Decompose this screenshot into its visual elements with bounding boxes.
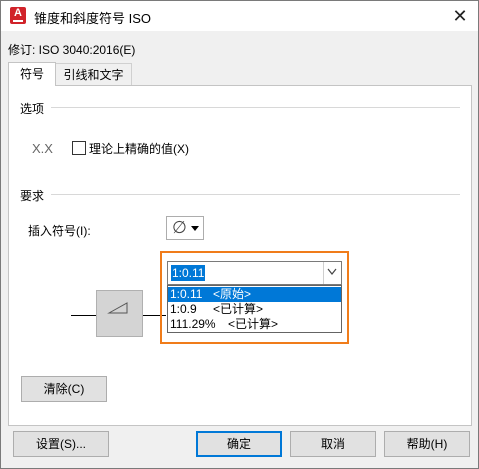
chevron-down-icon — [327, 268, 337, 275]
ok-button[interactable]: 确定 — [196, 431, 282, 457]
option-tag: <已计算> — [228, 317, 279, 331]
ratio-dropdown-list: 1:0.11 <原始> 1:0.9 <已计算> 111.29% <已计算> — [167, 285, 342, 333]
taper-triangle-icon — [107, 302, 128, 314]
help-button[interactable]: 帮助(H) — [384, 431, 470, 457]
exact-value-checkbox[interactable] — [72, 141, 86, 155]
tab-symbol[interactable]: 符号 — [8, 62, 56, 86]
dialog-window: A 锥度和斜度符号 ISO ✕ 修订: ISO 3040:2016(E) 符号 … — [0, 0, 479, 469]
autocad-app-icon: A — [10, 7, 26, 24]
diameter-symbol-icon: ∅ — [172, 218, 187, 237]
exact-value-label[interactable]: 理论上精确的值(X) — [89, 140, 189, 157]
dropdown-caret-icon — [191, 226, 199, 231]
option-tag: <原始> — [213, 287, 252, 301]
option-tag: <已计算> — [213, 302, 264, 316]
options-group-label: 选项 — [20, 102, 45, 116]
ratio-combobox[interactable]: 1:0.11 — [167, 261, 342, 285]
options-divider — [51, 107, 460, 108]
tab-leader-and-text[interactable]: 引线和文字 — [55, 63, 132, 86]
option-value: 111.29% — [170, 317, 216, 331]
option-value: 1:0.11 — [170, 287, 203, 301]
close-icon[interactable]: ✕ — [447, 3, 473, 29]
combobox-dropdown-button[interactable] — [323, 262, 341, 284]
dropdown-option[interactable]: 1:0.9 <已计算> — [168, 302, 341, 317]
ratio-combobox-value[interactable]: 1:0.11 — [171, 265, 206, 281]
dropdown-option[interactable]: 1:0.11 <原始> — [168, 287, 341, 302]
title-bar[interactable]: A 锥度和斜度符号 ISO ✕ — [1, 1, 478, 31]
option-value: 1:0.9 — [170, 302, 197, 316]
insert-symbol-dropdown[interactable]: ∅ — [166, 216, 204, 240]
dropdown-option[interactable]: 111.29% <已计算> — [168, 317, 341, 332]
revision-label: 修订: ISO 3040:2016(E) — [8, 43, 136, 57]
requirements-divider — [51, 194, 460, 195]
taper-symbol-preview — [96, 290, 143, 337]
insert-symbol-label: 插入符号(I): — [28, 224, 91, 238]
cancel-button[interactable]: 取消 — [290, 431, 376, 457]
settings-button[interactable]: 设置(S)... — [13, 431, 109, 457]
requirements-group-label: 要求 — [20, 189, 45, 203]
app-icon-letter: A — [14, 7, 22, 19]
sample-text: X.X — [32, 141, 53, 156]
clear-button[interactable]: 清除(C) — [21, 376, 107, 402]
window-title: 锥度和斜度符号 ISO — [34, 11, 152, 26]
